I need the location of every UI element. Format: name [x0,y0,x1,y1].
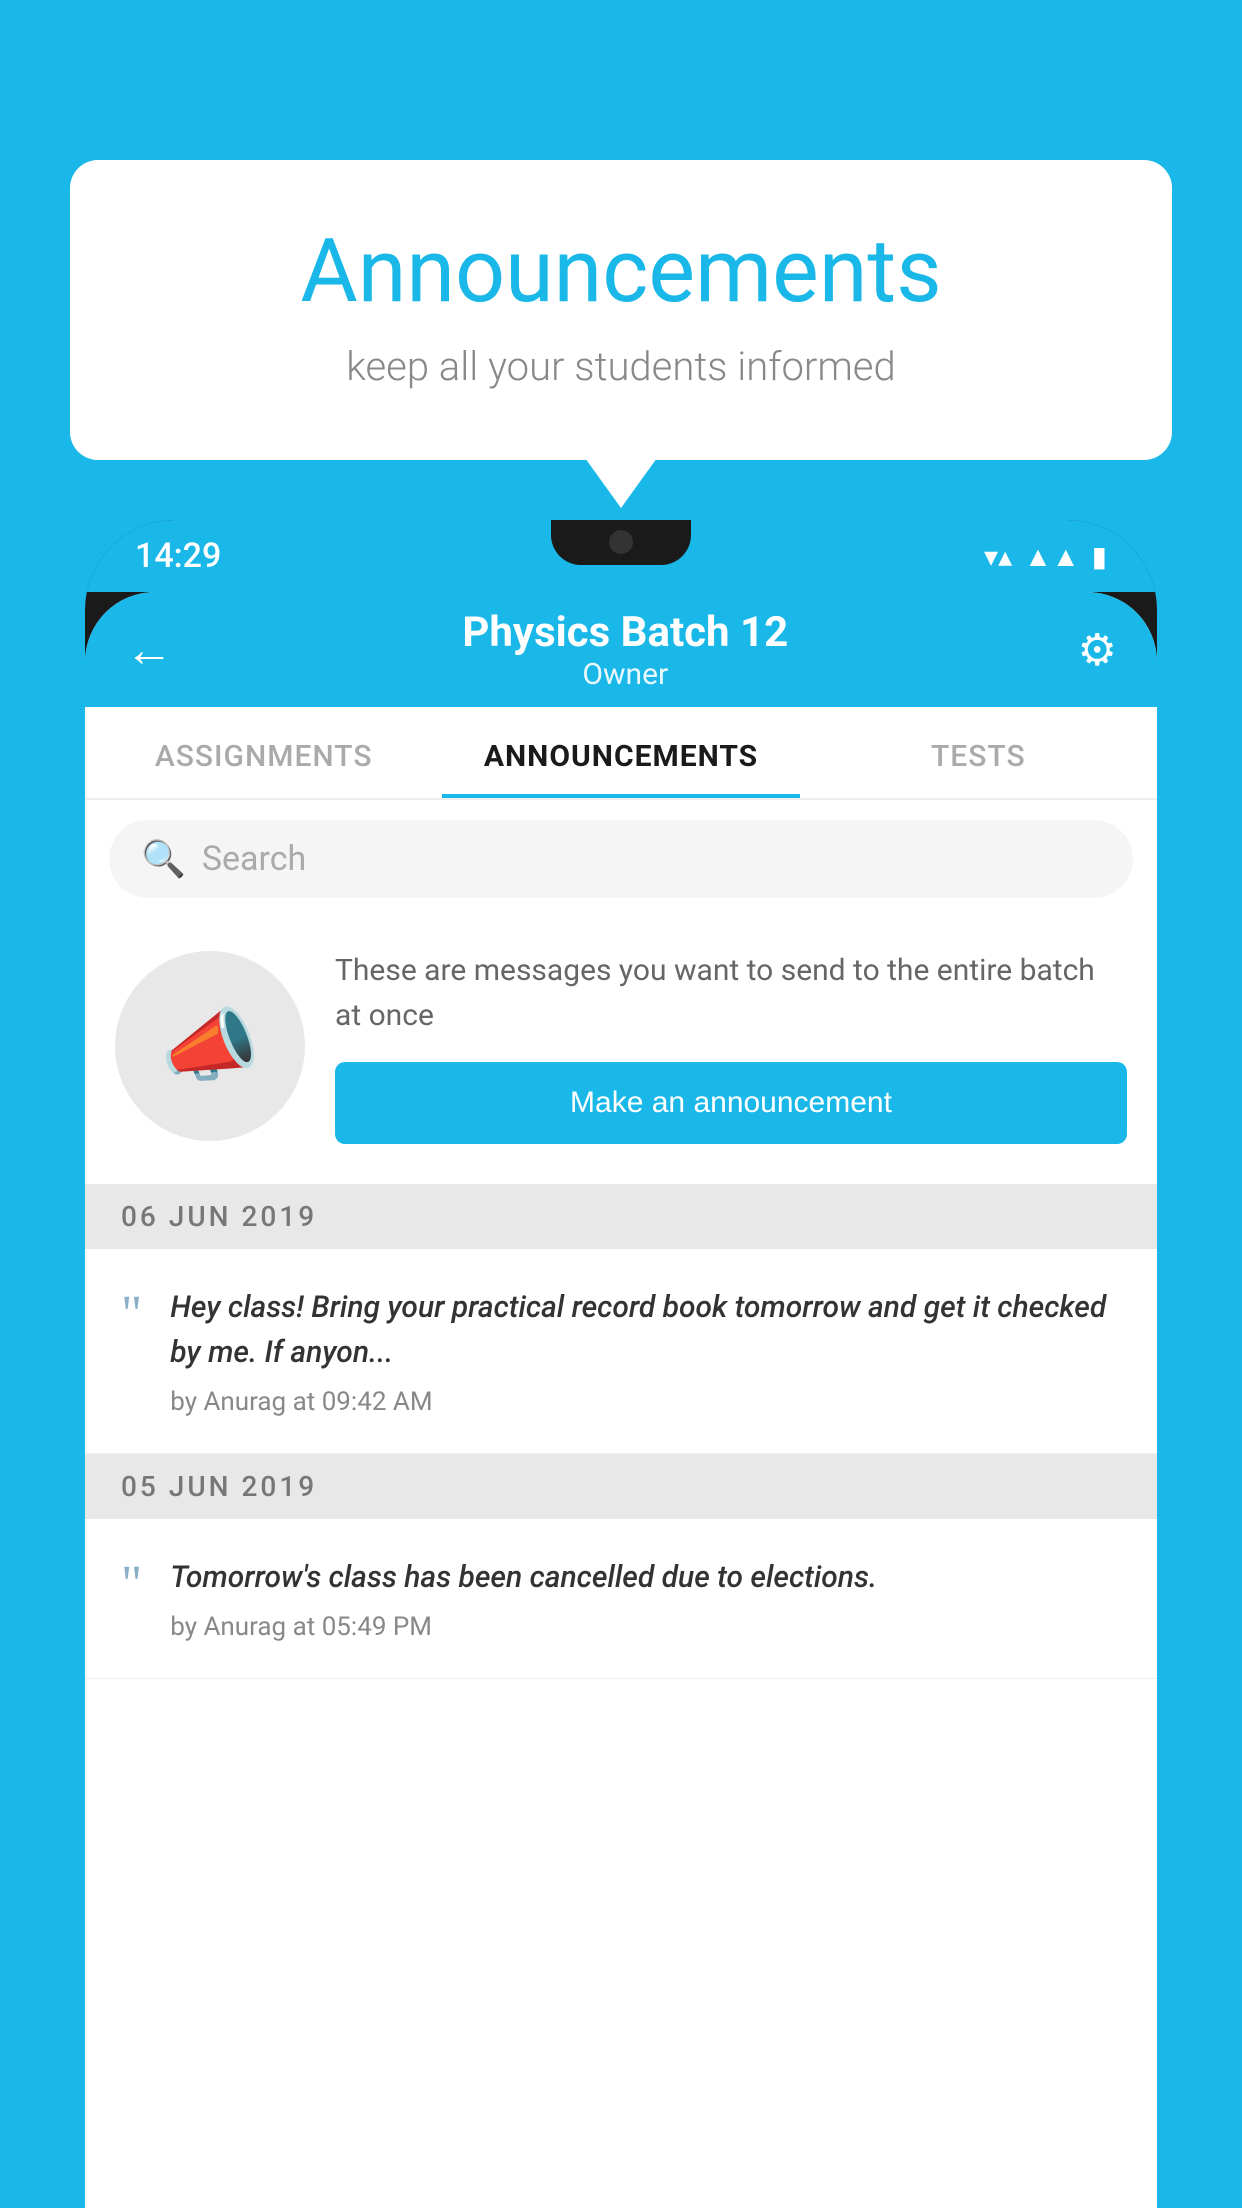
announcement-promo: 📣 These are messages you want to send to… [85,918,1157,1184]
settings-icon[interactable]: ⚙ [1078,624,1117,676]
app-header: ← Physics Batch 12 Owner ⚙ [85,592,1157,707]
battery-icon: ▮ [1092,540,1107,573]
tab-tests[interactable]: TESTS [800,707,1157,798]
date-separator-2: 05 JUN 2019 [85,1454,1157,1519]
phone-notch [551,520,691,565]
announcement-item-2: " Tomorrow's class has been cancelled du… [85,1519,1157,1679]
bubble-title: Announcements [150,220,1092,323]
announcement-text-2: Tomorrow's class has been cancelled due … [170,1555,877,1600]
tab-assignments[interactable]: ASSIGNMENTS [85,707,442,798]
tabs-bar: ASSIGNMENTS ANNOUNCEMENTS TESTS [85,707,1157,800]
phone-frame: 14:29 ▾▴ ▲▲ ▮ ← Physics Batch 12 Owner ⚙… [85,520,1157,2208]
back-button[interactable]: ← [125,621,173,678]
search-icon: 🔍 [141,838,186,880]
quote-icon-1: " [121,1289,142,1341]
owner-subtitle: Owner [462,657,788,692]
status-bar: 14:29 ▾▴ ▲▲ ▮ [85,520,1157,592]
signal-icon: ▲▲ [1024,540,1079,573]
phone-screen: ← Physics Batch 12 Owner ⚙ ASSIGNMENTS A… [85,592,1157,2208]
bubble-subtitle: keep all your students informed [150,343,1092,390]
announcement-content-1: Hey class! Bring your practical record b… [170,1285,1121,1417]
search-bar[interactable]: 🔍 Search [109,820,1133,898]
announcement-text-1: Hey class! Bring your practical record b… [170,1285,1121,1375]
front-camera [609,530,633,554]
announcement-item-1: " Hey class! Bring your practical record… [85,1249,1157,1454]
promo-icon-circle: 📣 [115,951,305,1141]
megaphone-icon: 📣 [160,999,260,1093]
tab-announcements[interactable]: ANNOUNCEMENTS [442,707,799,798]
batch-title: Physics Batch 12 [462,608,788,657]
quote-icon-2: " [121,1559,142,1611]
status-time: 14:29 [135,536,221,576]
speech-bubble: Announcements keep all your students inf… [70,160,1172,460]
promo-description: These are messages you want to send to t… [335,948,1127,1038]
date-separator-1: 06 JUN 2019 [85,1184,1157,1249]
status-icons: ▾▴ ▲▲ ▮ [984,540,1107,573]
announcement-by-1: by Anurag at 09:42 AM [170,1387,1121,1417]
promo-right: These are messages you want to send to t… [335,948,1127,1144]
announcement-by-2: by Anurag at 05:49 PM [170,1612,877,1642]
search-placeholder: Search [202,839,306,879]
announcement-content-2: Tomorrow's class has been cancelled due … [170,1555,877,1642]
make-announcement-button[interactable]: Make an announcement [335,1062,1127,1144]
header-title-block: Physics Batch 12 Owner [462,608,788,692]
wifi-icon: ▾▴ [984,540,1012,573]
